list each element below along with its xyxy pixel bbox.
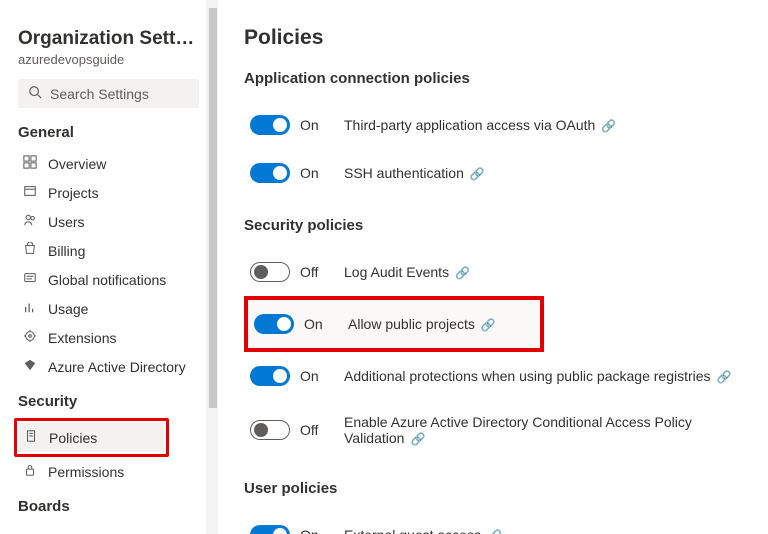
link-icon[interactable]: 🔗 <box>717 370 732 384</box>
policies-icon <box>23 429 39 446</box>
toggle-switch[interactable] <box>250 420 290 440</box>
toggle-switch[interactable] <box>254 314 294 334</box>
policy-label: SSH authentication <box>344 165 464 181</box>
sidebar-item-policies[interactable]: Policies <box>19 423 164 452</box>
sidebar-item-label: Permissions <box>48 464 124 480</box>
policy-label: External guest access <box>344 527 481 534</box>
sidebar-item-label: Users <box>48 214 85 230</box>
toggle-state-label: On <box>300 527 319 534</box>
sidebar-item-label: Extensions <box>48 330 116 346</box>
sidebar-item-label: Overview <box>48 156 106 172</box>
sidebar-item-label: Usage <box>48 301 88 317</box>
notify-icon <box>22 271 38 288</box>
ext-icon <box>22 329 38 346</box>
section-heading: General <box>18 124 199 141</box>
policy-row: On Additional protections when using publ… <box>244 352 750 400</box>
policy-group-title: User policies <box>244 480 750 497</box>
scrollbar-track[interactable] <box>206 0 218 534</box>
policy-group-title: Application connection policies <box>244 70 750 87</box>
link-icon[interactable]: 🔗 <box>410 432 425 446</box>
main-content: Policies Application connection policies… <box>218 0 768 534</box>
usage-icon <box>22 300 38 317</box>
toggle-switch[interactable] <box>250 163 290 183</box>
sidebar-item-overview[interactable]: Overview <box>18 149 199 178</box>
sidebar-item-label: Projects <box>48 185 99 201</box>
sidebar-item-label: Global notifications <box>48 272 166 288</box>
sidebar: Organization Settin… azuredevopsguide Se… <box>0 0 218 534</box>
policy-label: Additional protections when using public… <box>344 368 711 384</box>
projects-icon <box>22 184 38 201</box>
toggle-switch[interactable] <box>250 262 290 282</box>
section-heading: Security <box>18 393 199 410</box>
toggle-switch[interactable] <box>250 525 290 534</box>
policy-row: On SSH authentication 🔗 <box>244 149 750 197</box>
policy-group-title: Security policies <box>244 217 750 234</box>
sidebar-item-azure-active-directory[interactable]: Azure Active Directory <box>18 352 199 381</box>
page-title: Policies <box>244 26 750 50</box>
scrollbar-thumb[interactable] <box>209 8 217 408</box>
policy-row: On External guest access 🔗 <box>244 511 750 534</box>
policy-row: Off Log Audit Events 🔗 <box>244 248 750 296</box>
org-name: azuredevopsguide <box>18 52 199 67</box>
toggle-state-label: On <box>300 165 319 181</box>
link-icon[interactable]: 🔗 <box>455 266 470 280</box>
users-icon <box>22 213 38 230</box>
link-icon[interactable]: 🔗 <box>487 529 502 534</box>
toggle-switch[interactable] <box>250 366 290 386</box>
policy-label: Log Audit Events <box>344 264 449 280</box>
sidebar-item-billing[interactable]: Billing <box>18 236 199 265</box>
policy-row: On Allow public projects 🔗 <box>244 296 544 352</box>
link-icon[interactable]: 🔗 <box>601 119 616 133</box>
org-settings-title: Organization Settin… <box>18 28 199 50</box>
sidebar-item-label: Billing <box>48 243 85 259</box>
policy-label: Third-party application access via OAuth <box>344 117 595 133</box>
policy-row: On Third-party application access via OAu… <box>244 101 750 149</box>
toggle-state-label: On <box>300 117 319 133</box>
toggle-state-label: Off <box>300 264 318 280</box>
link-icon[interactable]: 🔗 <box>470 167 485 181</box>
sidebar-item-label: Azure Active Directory <box>48 359 186 375</box>
toggle-state-label: Off <box>300 422 318 438</box>
sidebar-item-extensions[interactable]: Extensions <box>18 323 199 352</box>
search-icon <box>28 85 42 102</box>
sidebar-item-usage[interactable]: Usage <box>18 294 199 323</box>
search-input[interactable]: Search Settings <box>18 79 199 108</box>
perm-icon <box>22 463 38 480</box>
policy-label: Allow public projects <box>348 316 475 332</box>
toggle-state-label: On <box>304 316 323 332</box>
highlight-box: Policies <box>14 418 169 457</box>
sidebar-item-projects[interactable]: Projects <box>18 178 199 207</box>
sidebar-item-users[interactable]: Users <box>18 207 199 236</box>
search-placeholder: Search Settings <box>50 86 149 102</box>
section-heading: Boards <box>18 498 199 515</box>
aad-icon <box>22 358 38 375</box>
link-icon[interactable]: 🔗 <box>481 318 496 332</box>
sidebar-item-label: Policies <box>49 430 97 446</box>
toggle-state-label: On <box>300 368 319 384</box>
toggle-switch[interactable] <box>250 115 290 135</box>
billing-icon <box>22 242 38 259</box>
sidebar-item-global-notifications[interactable]: Global notifications <box>18 265 199 294</box>
sidebar-item-permissions[interactable]: Permissions <box>18 457 199 486</box>
overview-icon <box>22 155 38 172</box>
policy-row: Off Enable Azure Active Directory Conditi… <box>244 400 750 460</box>
policy-label: Enable Azure Active Directory Conditiona… <box>344 414 692 446</box>
